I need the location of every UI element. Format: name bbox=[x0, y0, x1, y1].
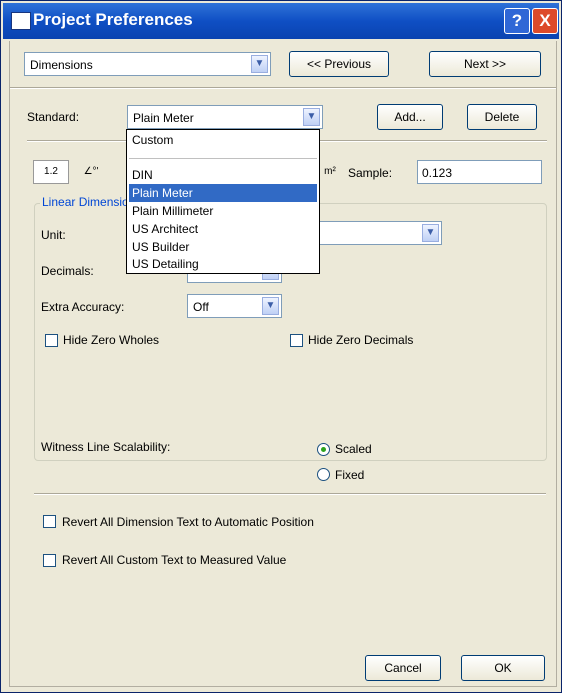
decimals-label: Decimals: bbox=[41, 264, 94, 278]
chevron-down-icon[interactable]: ▼ bbox=[251, 55, 268, 73]
dropdown-option-us-detailing[interactable]: US Detailing bbox=[129, 255, 317, 273]
extra-accuracy-select[interactable]: Off ▼ bbox=[187, 294, 282, 318]
linear-dimension-tab-icon[interactable]: 1.2 bbox=[33, 160, 69, 184]
hide-zero-decimals-label: Hide Zero Decimals bbox=[308, 333, 414, 347]
dropdown-option-us-architect[interactable]: US Architect bbox=[129, 220, 317, 238]
revert-custom-label: Revert All Custom Text to Measured Value bbox=[62, 553, 287, 567]
category-value: Dimensions bbox=[30, 58, 93, 72]
witness-line-label: Witness Line Scalability: bbox=[41, 440, 171, 454]
dropdown-option-us-builder[interactable]: US Builder bbox=[129, 238, 317, 256]
cancel-button[interactable]: Cancel bbox=[365, 655, 441, 681]
title-bar[interactable]: Project Preferences ? X bbox=[3, 3, 559, 39]
sample-field: 0.123 bbox=[417, 160, 542, 184]
app-icon bbox=[11, 12, 31, 30]
fixed-radio[interactable] bbox=[317, 468, 330, 481]
fixed-label: Fixed bbox=[335, 468, 365, 482]
help-button[interactable]: ? bbox=[504, 8, 530, 34]
hide-zero-decimals-checkbox[interactable] bbox=[290, 334, 303, 347]
revert-position-label: Revert All Dimension Text to Automatic P… bbox=[62, 515, 314, 529]
category-select[interactable]: Dimensions ▼ bbox=[24, 52, 271, 76]
revert-custom-checkbox[interactable] bbox=[43, 554, 56, 567]
chevron-down-icon[interactable]: ▼ bbox=[422, 224, 439, 242]
extra-accuracy-value: Off bbox=[193, 300, 209, 314]
dropdown-option-plain-meter[interactable]: Plain Meter bbox=[129, 184, 317, 202]
hide-zero-wholes-checkbox[interactable] bbox=[45, 334, 58, 347]
next-button[interactable]: Next >> bbox=[429, 51, 541, 77]
add-button[interactable]: Add... bbox=[377, 104, 443, 130]
standard-dropdown-list[interactable]: Custom DIN Plain Meter Plain Millimeter … bbox=[126, 129, 320, 274]
delete-button[interactable]: Delete bbox=[467, 104, 537, 130]
dropdown-option-plain-millimeter[interactable]: Plain Millimeter bbox=[129, 202, 317, 220]
scaled-label: Scaled bbox=[335, 442, 372, 456]
divider bbox=[10, 87, 556, 89]
standard-select[interactable]: Plain Meter ▼ bbox=[127, 105, 323, 129]
dropdown-option-din[interactable]: DIN bbox=[129, 166, 317, 184]
window-title: Project Preferences bbox=[33, 10, 193, 29]
chevron-down-icon[interactable]: ▼ bbox=[262, 297, 279, 315]
sample-value: 0.123 bbox=[422, 166, 453, 180]
previous-button[interactable]: << Previous bbox=[289, 51, 389, 77]
dropdown-separator bbox=[129, 158, 317, 159]
sample-label: Sample: bbox=[348, 166, 393, 180]
revert-position-checkbox[interactable] bbox=[43, 515, 56, 528]
divider bbox=[34, 493, 546, 495]
standard-label: Standard: bbox=[27, 110, 80, 124]
preferences-window: Project Preferences ? X Dimensions ▼ << … bbox=[0, 0, 562, 693]
standard-value: Plain Meter bbox=[133, 111, 194, 125]
chevron-down-icon[interactable]: ▼ bbox=[303, 108, 320, 126]
hide-zero-wholes-label: Hide Zero Wholes bbox=[63, 333, 160, 347]
close-button[interactable]: X bbox=[532, 8, 558, 34]
dropdown-option-custom[interactable]: Custom bbox=[129, 131, 317, 149]
scaled-radio[interactable] bbox=[317, 443, 330, 456]
extra-accuracy-label: Extra Accuracy: bbox=[41, 300, 125, 314]
angle-dimension-tab-icon[interactable]: ∠°' bbox=[73, 160, 109, 184]
ok-button[interactable]: OK bbox=[461, 655, 545, 681]
unit-label: Unit: bbox=[41, 228, 66, 242]
